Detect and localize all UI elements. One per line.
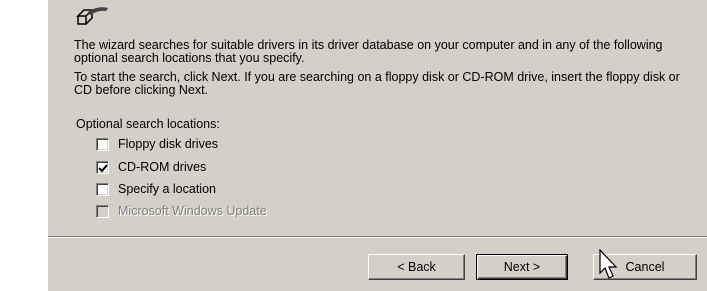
floppy-disk-drives-label: Floppy disk drives	[118, 137, 219, 151]
specify-location-checkbox[interactable]	[96, 182, 109, 196]
wizard-hardware-icon	[76, 7, 108, 25]
button-area-separator-highlight	[48, 237, 707, 238]
intro-text-2: To start the search, click Next. If you …	[74, 70, 680, 97]
intro-text-1: The wizard searches for suitable drivers…	[74, 38, 663, 65]
driver-search-wizard-dialog: The wizard searches for suitable drivers…	[48, 0, 707, 291]
back-button[interactable]: < Back	[368, 254, 465, 280]
windows-update-checkbox	[96, 204, 109, 218]
next-button[interactable]: Next >	[476, 254, 568, 280]
specify-location-label: Specify a location	[118, 182, 216, 196]
checkmark-icon	[98, 163, 108, 172]
floppy-disk-drives-option[interactable]: Floppy disk drives	[96, 135, 218, 153]
optional-search-locations-label: Optional search locations:	[76, 117, 220, 131]
specify-location-option[interactable]: Specify a location	[96, 180, 216, 198]
windows-update-label: Microsoft Windows Update	[118, 204, 267, 218]
cd-rom-drives-label: CD-ROM drives	[118, 160, 207, 174]
windows-update-option: Microsoft Windows Update	[96, 202, 267, 220]
cd-rom-drives-checkbox[interactable]	[96, 160, 109, 174]
cd-rom-drives-option[interactable]: CD-ROM drives	[96, 158, 206, 176]
mouse-pointer-icon	[599, 249, 618, 279]
floppy-disk-drives-checkbox[interactable]	[96, 137, 109, 151]
